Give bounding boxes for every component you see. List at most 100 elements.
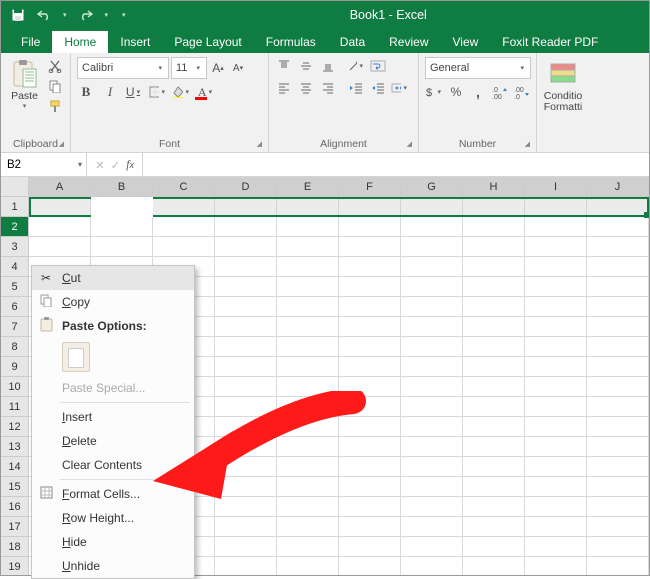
increase-font-icon[interactable]: A▴ bbox=[209, 59, 227, 77]
col-header-C[interactable]: C bbox=[153, 177, 215, 197]
tab-file[interactable]: File bbox=[9, 31, 52, 53]
underline-button[interactable]: U▾ bbox=[125, 83, 143, 101]
row-header-8[interactable]: 8 bbox=[1, 337, 29, 357]
percent-icon[interactable]: % bbox=[447, 83, 465, 101]
comma-icon[interactable]: , bbox=[469, 83, 487, 101]
tab-home[interactable]: Home bbox=[52, 31, 108, 53]
row-header-6[interactable]: 6 bbox=[1, 297, 29, 317]
row-header-19[interactable]: 19 bbox=[1, 557, 29, 575]
align-right-icon[interactable] bbox=[319, 79, 337, 97]
tab-view[interactable]: View bbox=[441, 31, 491, 53]
tab-formulas[interactable]: Formulas bbox=[254, 31, 328, 53]
bold-button[interactable]: B bbox=[77, 83, 95, 101]
font-color-icon[interactable]: A▾ bbox=[197, 83, 215, 101]
format-painter-icon[interactable] bbox=[46, 97, 64, 115]
formula-input[interactable] bbox=[143, 153, 649, 176]
ctx-delete[interactable]: Delete bbox=[32, 429, 194, 453]
col-header-F[interactable]: F bbox=[339, 177, 401, 197]
increase-indent-icon[interactable] bbox=[369, 79, 387, 97]
row-header-9[interactable]: 9 bbox=[1, 357, 29, 377]
qat-customize-icon[interactable]: ▾ bbox=[120, 11, 128, 19]
row-header-4[interactable]: 4 bbox=[1, 257, 29, 277]
align-center-icon[interactable] bbox=[297, 79, 315, 97]
ctx-row-height[interactable]: Row Height... bbox=[32, 506, 194, 530]
decrease-font-icon[interactable]: A▾ bbox=[229, 59, 247, 77]
conditional-formatting-button[interactable]: ConditioFormatti bbox=[543, 57, 583, 113]
col-header-A[interactable]: A bbox=[29, 177, 91, 197]
svg-text:.0: .0 bbox=[514, 94, 520, 99]
scissors-icon: ✂ bbox=[38, 271, 54, 285]
select-all-corner[interactable] bbox=[1, 177, 29, 197]
col-header-D[interactable]: D bbox=[215, 177, 277, 197]
group-alignment: ▾ ▾ Alignment bbox=[269, 53, 419, 152]
row-header-14[interactable]: 14 bbox=[1, 457, 29, 477]
fill-color-icon[interactable]: ▾ bbox=[173, 83, 191, 101]
font-size-select[interactable]: 11▾ bbox=[171, 57, 207, 79]
ctx-format-cells[interactable]: Format Cells... bbox=[32, 482, 194, 506]
accounting-format-icon[interactable]: $▾ bbox=[425, 83, 443, 101]
row-header-7[interactable]: 7 bbox=[1, 317, 29, 337]
ctx-copy[interactable]: Copy bbox=[32, 290, 194, 314]
ctx-insert[interactable]: Insert bbox=[32, 405, 194, 429]
fx-icon[interactable]: fx bbox=[126, 159, 134, 171]
ctx-cut[interactable]: ✂Cut bbox=[32, 266, 194, 290]
row-header-18[interactable]: 18 bbox=[1, 537, 29, 557]
name-box[interactable]: B2▾ bbox=[1, 153, 87, 176]
fill-handle[interactable] bbox=[644, 212, 649, 218]
col-header-B[interactable]: B bbox=[91, 177, 153, 197]
row-header-1[interactable]: 1 bbox=[1, 197, 29, 217]
col-header-J[interactable]: J bbox=[587, 177, 649, 197]
conditional-formatting-icon bbox=[543, 57, 583, 91]
col-header-H[interactable]: H bbox=[463, 177, 525, 197]
align-top-icon[interactable] bbox=[275, 57, 293, 75]
ctx-hide[interactable]: Hide bbox=[32, 530, 194, 554]
tab-page-layout[interactable]: Page Layout bbox=[162, 31, 253, 53]
ctx-unhide[interactable]: Unhide bbox=[32, 554, 194, 578]
cut-icon[interactable] bbox=[46, 57, 64, 75]
row-header-3[interactable]: 3 bbox=[1, 237, 29, 257]
align-middle-icon[interactable] bbox=[297, 57, 315, 75]
save-icon[interactable] bbox=[9, 6, 27, 24]
decrease-indent-icon[interactable] bbox=[347, 79, 365, 97]
undo-icon[interactable] bbox=[35, 6, 53, 24]
tab-insert[interactable]: Insert bbox=[108, 31, 162, 53]
italic-button[interactable]: I bbox=[101, 83, 119, 101]
tab-data[interactable]: Data bbox=[328, 31, 377, 53]
undo-dropdown-icon[interactable]: ▾ bbox=[61, 11, 69, 19]
increase-decimal-icon[interactable]: .0.00 bbox=[491, 83, 509, 101]
col-header-G[interactable]: G bbox=[401, 177, 463, 197]
row-header-16[interactable]: 16 bbox=[1, 497, 29, 517]
copy-icon[interactable] bbox=[46, 77, 64, 95]
enter-icon[interactable]: ✓ bbox=[111, 158, 121, 172]
row-header-12[interactable]: 12 bbox=[1, 417, 29, 437]
row-header-5[interactable]: 5 bbox=[1, 277, 29, 297]
merge-center-icon[interactable]: ▾ bbox=[391, 79, 409, 97]
row-header-10[interactable]: 10 bbox=[1, 377, 29, 397]
align-bottom-icon[interactable] bbox=[319, 57, 337, 75]
tab-foxit[interactable]: Foxit Reader PDF bbox=[490, 31, 610, 53]
chevron-down-icon: ▾ bbox=[194, 64, 202, 72]
row-header-17[interactable]: 17 bbox=[1, 517, 29, 537]
font-name-select[interactable]: Calibri▾ bbox=[77, 57, 169, 79]
ctx-paste-special[interactable]: Paste Special... bbox=[32, 376, 194, 400]
tab-review[interactable]: Review bbox=[377, 31, 440, 53]
number-format-select[interactable]: General▾ bbox=[425, 57, 531, 79]
col-header-E[interactable]: E bbox=[277, 177, 339, 197]
paste-button[interactable]: Paste ▾ bbox=[7, 57, 42, 110]
redo-icon[interactable] bbox=[77, 6, 95, 24]
quick-access-toolbar: ▾ ▾ ▾ bbox=[1, 6, 128, 24]
col-header-I[interactable]: I bbox=[525, 177, 587, 197]
align-left-icon[interactable] bbox=[275, 79, 293, 97]
decrease-decimal-icon[interactable]: .00.0 bbox=[513, 83, 531, 101]
row-header-2[interactable]: 2 bbox=[1, 217, 29, 237]
cancel-icon[interactable]: ✕ bbox=[95, 158, 105, 172]
wrap-text-icon[interactable] bbox=[369, 57, 387, 75]
row-header-15[interactable]: 15 bbox=[1, 477, 29, 497]
row-header-11[interactable]: 11 bbox=[1, 397, 29, 417]
row-header-13[interactable]: 13 bbox=[1, 437, 29, 457]
orientation-icon[interactable]: ▾ bbox=[347, 57, 365, 75]
ctx-clear-contents[interactable]: Clear Contents bbox=[32, 453, 194, 477]
border-icon[interactable]: ▾ bbox=[149, 83, 167, 101]
ctx-paste-option[interactable] bbox=[32, 338, 194, 376]
redo-dropdown-icon[interactable]: ▾ bbox=[103, 11, 111, 19]
